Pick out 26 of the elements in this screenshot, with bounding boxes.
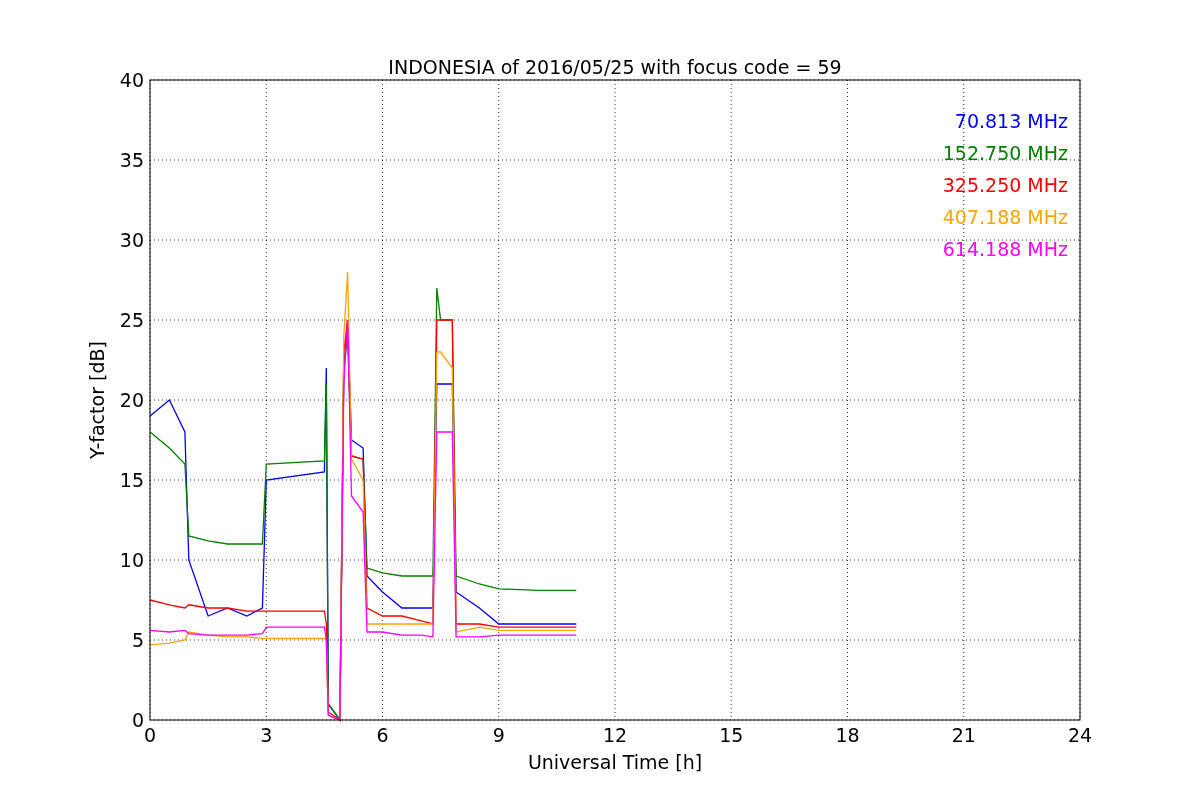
legend-label: 152.750 MHz (942, 142, 1068, 164)
x-tick-label: 15 (719, 724, 744, 746)
x-tick-label: 0 (143, 724, 157, 746)
y-tick-label: 40 (119, 69, 144, 91)
x-tick-label: 6 (376, 724, 389, 746)
y-tick-label: 20 (119, 389, 144, 411)
y-tick-label: 10 (119, 549, 144, 571)
y-tick-label: 25 (119, 309, 144, 331)
y-tick-label: 15 (119, 469, 144, 491)
legend-label: 70.813 MHz (954, 110, 1068, 132)
y-tick-label: 35 (119, 149, 144, 171)
x-axis-label: Universal Time [h] (527, 751, 703, 773)
x-tick-label: 9 (492, 724, 505, 746)
x-tick-label: 12 (602, 724, 628, 746)
legend-label: 614.188 MHz (942, 238, 1068, 260)
x-tick-label: 18 (835, 724, 860, 746)
y-tick-label: 0 (131, 709, 144, 731)
legend-label: 407.188 MHz (942, 206, 1068, 228)
chart-title: INDONESIA of 2016/05/25 with focus code = 59 (388, 56, 842, 78)
x-tick-label: 21 (951, 724, 976, 746)
y-axis-label: Y-factor [dB] (86, 341, 108, 459)
x-tick-label: 3 (260, 724, 273, 746)
y-tick-label: 5 (131, 629, 144, 651)
legend-label: 325.250 MHz (942, 174, 1068, 196)
y-tick-label: 30 (119, 229, 144, 251)
x-tick-label: 24 (1067, 724, 1093, 746)
